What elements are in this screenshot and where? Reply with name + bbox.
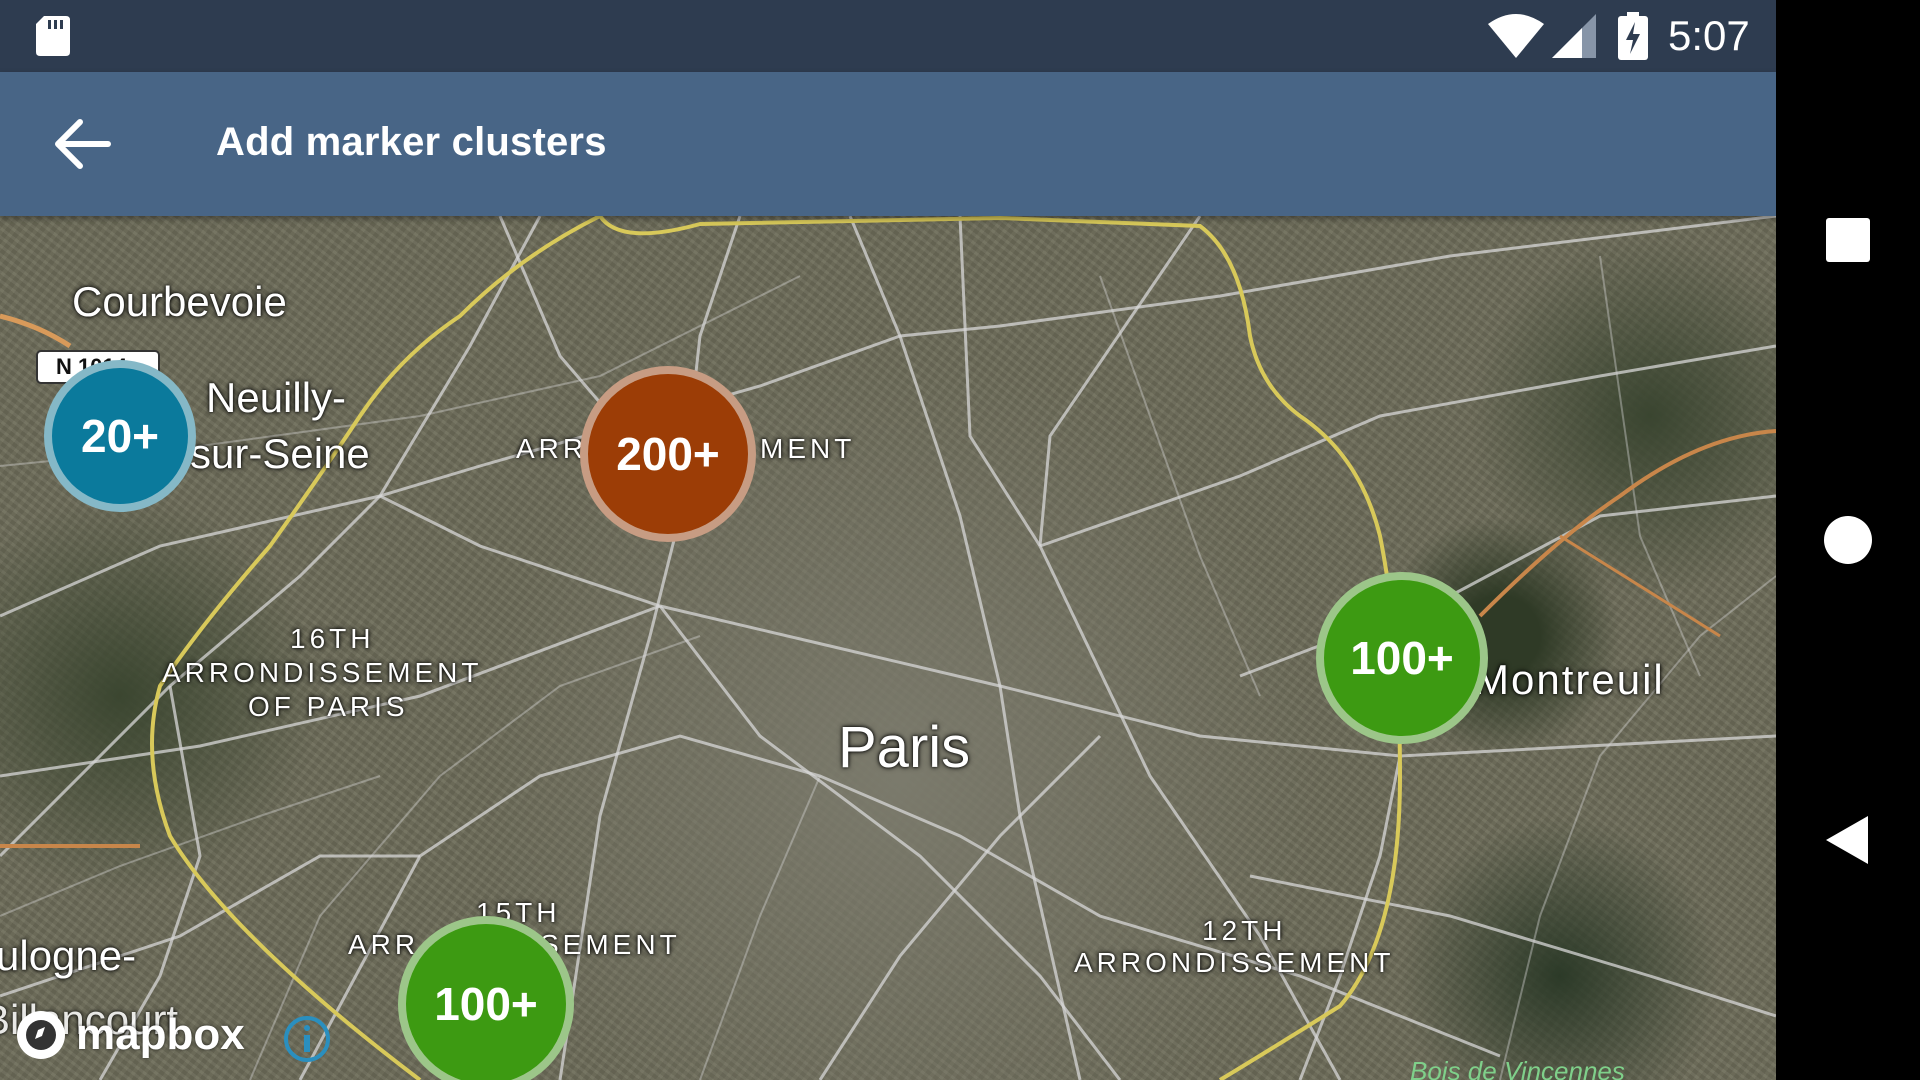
wifi-icon <box>1488 14 1544 58</box>
cluster-marker[interactable]: 20+ <box>44 360 196 512</box>
info-icon[interactable] <box>282 1014 332 1064</box>
district-label-16-line3: OF PARIS <box>248 691 409 722</box>
device-screen: 5:07 Add marker clusters Courbevoie Neui… <box>0 0 1776 1080</box>
back-triangle-icon[interactable] <box>1814 806 1882 874</box>
place-label-neuilly-line1: Neuilly- <box>206 374 347 421</box>
place-label-paris: Paris <box>838 715 971 780</box>
place-label-montreuil: Montreuil <box>1474 656 1665 703</box>
mapbox-attribution[interactable]: mapbox <box>14 1008 245 1062</box>
home-icon[interactable] <box>1814 506 1882 574</box>
district-label-15-left: ARR <box>348 929 420 960</box>
map-view[interactable]: Courbevoie N 1014 Neuilly- sur-Seine ARR… <box>0 216 1776 1080</box>
park-label-bois: Bois de Vincennes <box>1410 1056 1625 1080</box>
district-label-16-line1: 16TH <box>290 623 375 654</box>
cluster-count: 100+ <box>1350 632 1454 684</box>
mapbox-logo-icon <box>17 1011 65 1059</box>
clock: 5:07 <box>1668 12 1750 59</box>
status-bar: 5:07 <box>0 0 1776 72</box>
mapbox-wordmark: mapbox <box>76 1010 245 1059</box>
recents-icon[interactable] <box>1814 206 1882 274</box>
district-label-17-left: ARR <box>516 433 588 464</box>
cluster-marker[interactable]: 100+ <box>398 916 574 1080</box>
place-label-neuilly-line2: sur-Seine <box>190 430 370 477</box>
place-label-courbevoie: Courbevoie <box>72 278 287 325</box>
cellular-signal-icon <box>1552 14 1596 58</box>
district-label-15-right: SEMENT <box>540 929 681 960</box>
page-title: Add marker clusters <box>216 120 607 164</box>
back-arrow-icon[interactable] <box>52 116 112 172</box>
cluster-count: 200+ <box>616 428 720 480</box>
district-label-17-right: MENT <box>760 433 856 464</box>
road-network <box>0 216 1776 1080</box>
sd-card-icon <box>36 16 70 56</box>
district-label-16-line2: ARRONDISSEMENT <box>162 657 483 688</box>
cluster-marker[interactable]: 100+ <box>1316 572 1488 744</box>
place-label-boulogne-line1: ulogne- <box>0 932 137 979</box>
cluster-marker[interactable]: 200+ <box>580 366 756 542</box>
navigation-bar <box>1776 0 1920 1080</box>
district-label-12-line1: 12TH <box>1202 915 1287 946</box>
district-label-12-line2: ARRONDISSEMENT <box>1074 947 1395 978</box>
app-bar: Add marker clusters <box>0 72 1776 216</box>
battery-charging-icon <box>1618 12 1648 60</box>
cluster-count: 20+ <box>80 410 160 462</box>
cluster-count: 100+ <box>434 978 538 1030</box>
